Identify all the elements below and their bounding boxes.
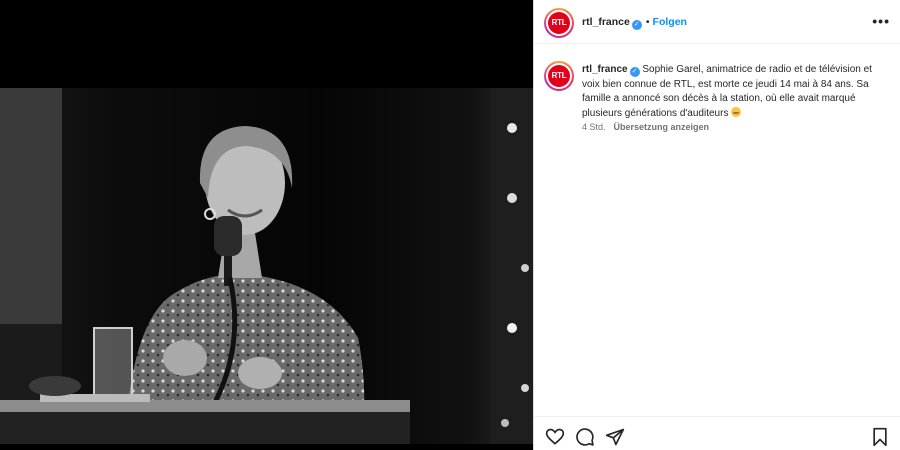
caption-username[interactable]: rtl_france bbox=[582, 64, 628, 75]
share-icon[interactable] bbox=[605, 427, 625, 447]
post-side-panel: RTL rtl_france ✓ • Folgen ••• RTL rtl_franc… bbox=[533, 0, 900, 450]
comment-icon[interactable] bbox=[575, 427, 595, 447]
caption-avatar[interactable]: RTL bbox=[544, 61, 574, 91]
translate-button[interactable]: Übersetzung anzeigen bbox=[614, 122, 710, 132]
post-actions bbox=[534, 416, 900, 450]
post-caption: rtl_france ✓ Sophie Garel, animatrice de … bbox=[582, 63, 887, 121]
crying-face-emoji-icon bbox=[731, 106, 742, 117]
header-user-line: rtl_france ✓ • Folgen bbox=[582, 16, 687, 30]
more-horizontal-icon[interactable]: ••• bbox=[872, 13, 890, 29]
post-time[interactable]: 4 Std. bbox=[582, 122, 606, 132]
verified-badge-icon: ✓ bbox=[631, 20, 642, 30]
heart-icon[interactable] bbox=[545, 427, 565, 447]
photo-illustration bbox=[0, 88, 533, 444]
post-photo[interactable] bbox=[0, 88, 533, 444]
rtl-logo: RTL bbox=[548, 65, 570, 87]
separator-dot: • bbox=[645, 16, 650, 28]
bookmark-icon[interactable] bbox=[870, 427, 890, 447]
post-meta: 4 Std. Übersetzung anzeigen bbox=[582, 122, 709, 132]
username-link[interactable]: rtl_france bbox=[582, 16, 630, 28]
follow-button[interactable]: Folgen bbox=[653, 16, 687, 28]
post-media[interactable] bbox=[0, 0, 533, 450]
verified-badge-icon: ✓ bbox=[629, 67, 640, 77]
post-header: RTL rtl_france ✓ • Folgen ••• bbox=[534, 0, 900, 44]
rtl-logo: RTL bbox=[548, 12, 570, 34]
avatar[interactable]: RTL bbox=[544, 8, 574, 38]
